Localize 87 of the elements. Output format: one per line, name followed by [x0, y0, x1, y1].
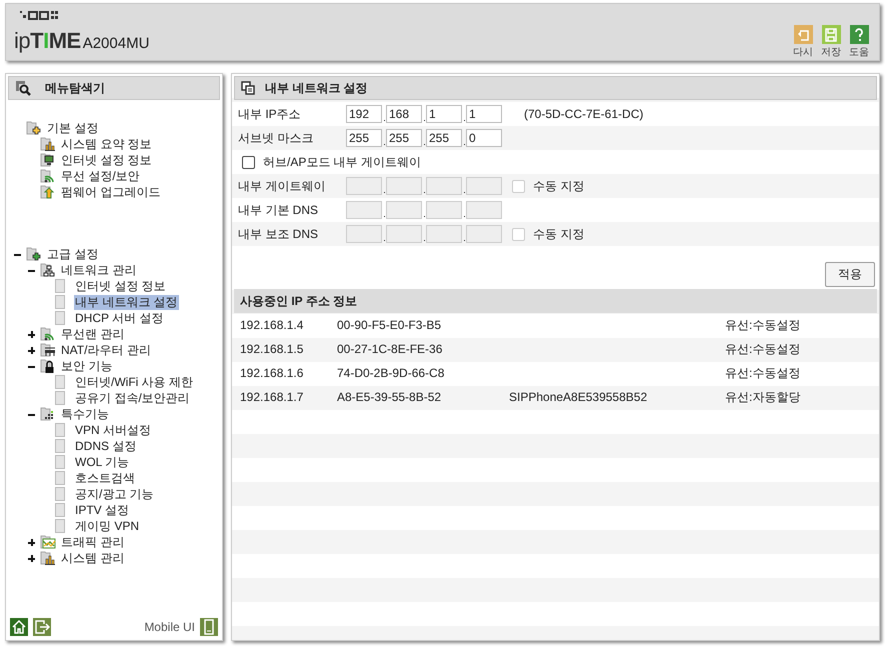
tree-item[interactable]: 무선 설정/보안	[60, 168, 141, 184]
dots-logo-icon	[20, 11, 60, 21]
tree-item[interactable]: 게이밍 VPN	[74, 518, 140, 534]
input-field[interactable]: 1	[466, 105, 502, 123]
input-field[interactable]: 0	[466, 129, 502, 147]
mobile-ui-link[interactable]: Mobile UI	[144, 620, 195, 634]
upload-arrow-icon	[40, 184, 57, 200]
router-icon	[40, 342, 57, 358]
plus-icon[interactable]	[28, 330, 35, 338]
tree-item[interactable]: 트래픽 관리	[60, 534, 126, 550]
table-cell-text: SIPPhoneA8E539558B52	[509, 390, 648, 404]
panel-title: 내부 네트워크 설정	[265, 80, 368, 96]
section-title: 사용중인 IP 주소 정보	[240, 292, 358, 310]
table-cell-text: 192.168.1.7	[240, 390, 304, 404]
bar-chart-icon	[40, 136, 57, 152]
tree-item[interactable]: DHCP 서버 설정	[74, 310, 164, 326]
tree-item[interactable]: 인터넷 설정 정보	[74, 278, 167, 294]
logout-icon[interactable]	[33, 618, 51, 636]
tree-item[interactable]: 기본 설정	[46, 120, 100, 136]
panel-title: 메뉴탐색기	[45, 80, 105, 96]
table-cell-text: 192.168.1.4	[240, 318, 304, 332]
table-cell-text: 192.168.1.6	[240, 366, 304, 380]
mac-address: (70-5D-CC-7E-61-DC)	[524, 107, 644, 121]
tree-item[interactable]: 보안 기능	[60, 358, 114, 374]
tree-item[interactable]: 공유기 접속/보안관리	[74, 390, 191, 406]
input-field[interactable]: 1	[426, 105, 462, 123]
folder-icon	[26, 246, 43, 262]
field-label: 내부 보조 DNS	[238, 226, 320, 242]
table-cell-text: 00-27-1C-8E-FE-36	[337, 342, 444, 356]
field-label: 내부 기본 DNS	[238, 202, 320, 218]
field-label: 내부 IP주소	[238, 106, 302, 122]
pages-icon	[241, 81, 255, 95]
input-field[interactable]: 255	[346, 129, 382, 147]
action-label[interactable]: 도움	[849, 45, 869, 59]
tree-item[interactable]: NAT/라우터 관리	[60, 342, 152, 358]
checkbox-label: 수동 지정	[533, 178, 584, 194]
table-cell: 유선:수동설정	[725, 316, 800, 334]
tree-item[interactable]: IPTV 설정	[74, 502, 130, 518]
input-field[interactable]: 255	[426, 129, 462, 147]
brand-logo: ipTIME	[14, 28, 81, 54]
tree-item[interactable]: 시스템 요약 정보	[60, 136, 153, 152]
network-icon	[40, 262, 57, 278]
input-field[interactable]: 255	[386, 129, 422, 147]
checkbox-label: 수동 지정	[533, 226, 584, 242]
undo-icon[interactable]	[794, 25, 812, 44]
tree-item[interactable]: 공지/광고 기능	[74, 486, 155, 502]
search-icon	[15, 80, 31, 96]
action-label[interactable]: 다시	[793, 45, 813, 59]
line-chart-icon	[40, 534, 57, 550]
plus-icon[interactable]	[28, 346, 35, 354]
table-cell-text: 192.168.1.5	[240, 342, 304, 356]
input-field[interactable]: 168	[386, 105, 422, 123]
table-cell-text: A8-E5-39-55-8B-52	[337, 390, 442, 404]
tree-item[interactable]: 인터넷/WiFi 사용 제한	[74, 374, 194, 390]
action-label[interactable]: 저장	[821, 45, 841, 59]
table-cell: 유선:수동설정	[725, 340, 800, 358]
table-cell-text: 00-90-F5-E0-F3-B5	[337, 318, 442, 332]
plus-icon[interactable]	[28, 538, 35, 546]
tree-item[interactable]: 고급 설정	[46, 246, 100, 262]
tree-item[interactable]: 펌웨어 업그레이드	[60, 184, 162, 200]
plus-icon[interactable]	[28, 554, 35, 562]
home-icon[interactable]	[10, 618, 28, 636]
tree-item[interactable]: 무선랜 관리	[60, 326, 126, 342]
model-name: A2004MU	[82, 35, 150, 52]
tree-item[interactable]: 호스트검색	[74, 470, 136, 486]
checkbox[interactable]	[242, 156, 255, 168]
checkbox-label: 허브/AP모드 내부 게이트웨이	[263, 154, 422, 170]
tree-item[interactable]: 네트워크 관리	[60, 262, 138, 278]
bar-chart-icon	[40, 550, 57, 566]
input-field[interactable]: 192	[346, 105, 382, 123]
phone-icon[interactable]	[200, 618, 218, 636]
tree-item[interactable]: 시스템 관리	[60, 550, 126, 566]
save-icon[interactable]	[822, 25, 840, 44]
table-cell: 유선:수동설정	[725, 364, 800, 382]
field-label: 내부 게이트웨이	[238, 178, 326, 194]
tree-item[interactable]: 내부 네트워크 설정	[74, 294, 179, 310]
tree-item[interactable]: VPN 서버설정	[74, 422, 152, 438]
field-label: 서브넷 마스크	[238, 130, 314, 146]
tree-item[interactable]: WOL 기능	[74, 454, 130, 470]
table-cell: 유선:자동할당	[725, 388, 800, 406]
table-cell-text: 74-D0-2B-9D-66-C8	[337, 366, 446, 380]
tree-item[interactable]: 특수기능	[60, 406, 110, 422]
tree-item[interactable]: DDNS 설정	[74, 438, 138, 454]
help-icon[interactable]	[850, 25, 868, 44]
tree-item[interactable]: 인터넷 설정 정보	[60, 152, 153, 168]
folder-icon	[26, 120, 43, 136]
apply-button[interactable]: 적용	[825, 262, 875, 287]
